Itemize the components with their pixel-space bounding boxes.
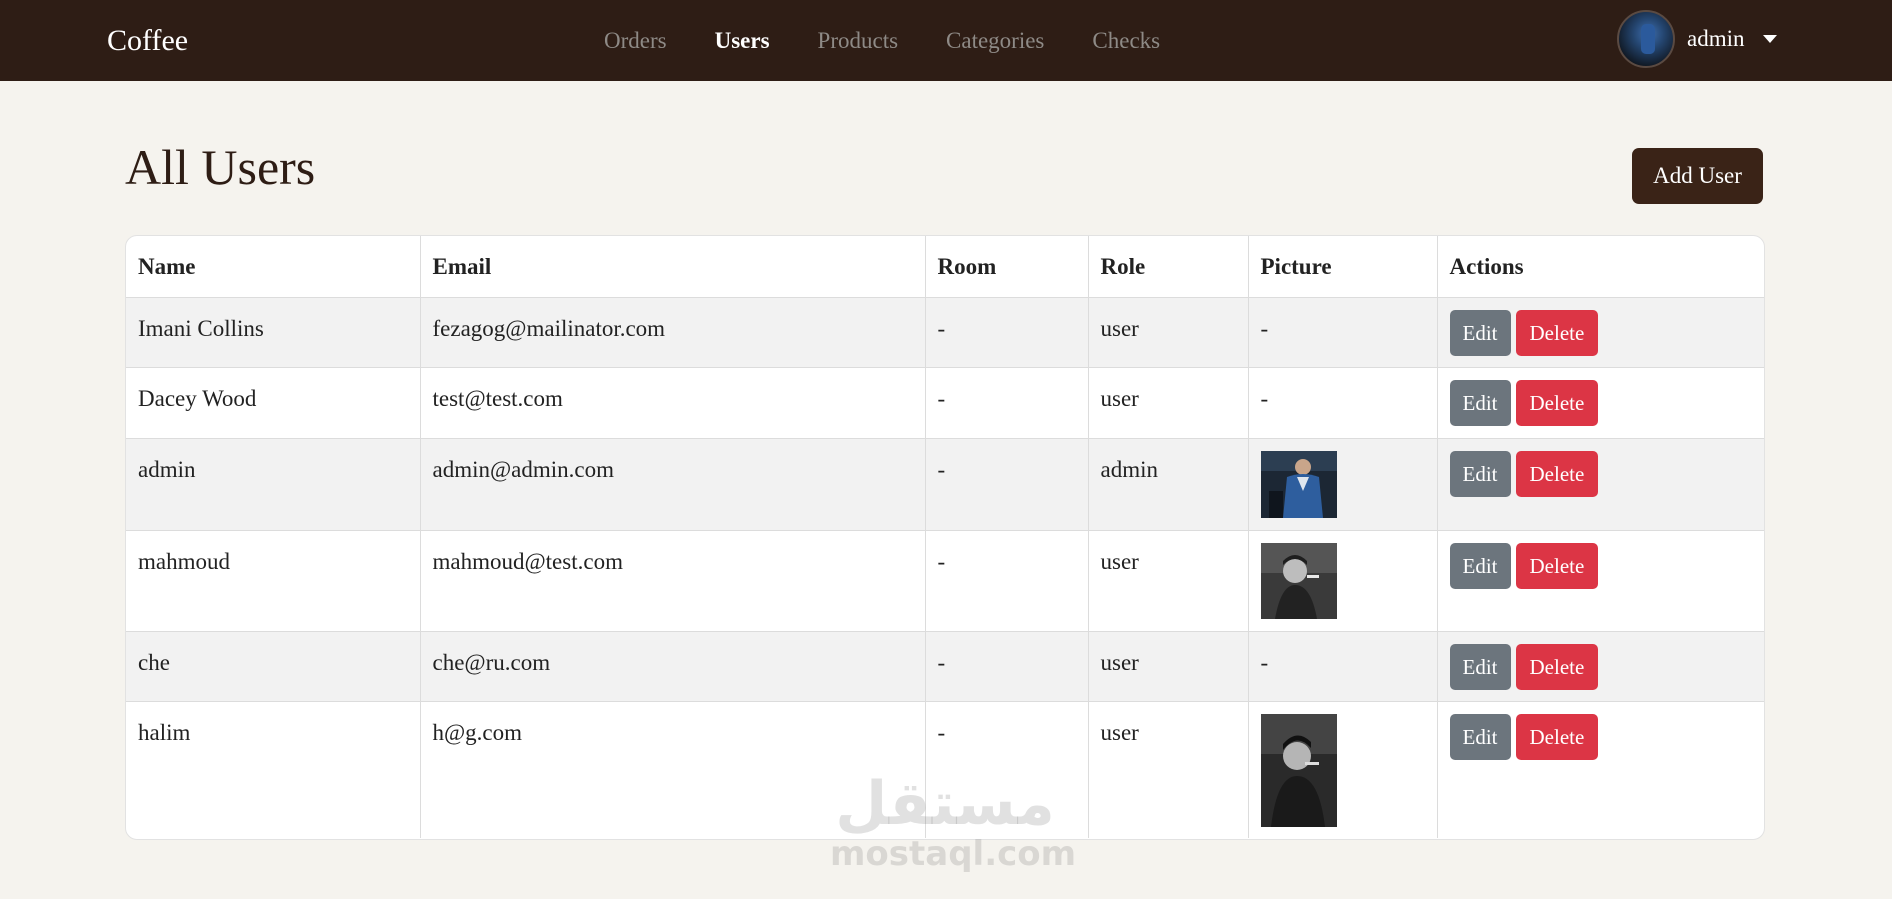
cell-role: user — [1088, 701, 1249, 838]
cell-picture — [1248, 530, 1438, 632]
user-photo-man-blue-suit — [1260, 451, 1337, 518]
cell-role: admin — [1088, 438, 1249, 531]
brand-logo[interactable]: Coffee — [107, 0, 188, 81]
avatar — [1617, 10, 1675, 68]
user-menu-dropdown[interactable]: admin — [1617, 8, 1777, 70]
cell-name: Dacey Wood — [126, 367, 421, 439]
delete-button[interactable]: Delete — [1515, 543, 1599, 589]
cell-email: test@test.com — [420, 367, 926, 439]
cell-picture — [1248, 701, 1438, 838]
nav-checks[interactable]: Checks — [1092, 28, 1160, 54]
cell-room: - — [925, 297, 1089, 368]
top-navbar: Coffee Orders Users Products Categories … — [0, 0, 1892, 81]
delete-button[interactable]: Delete — [1515, 451, 1599, 497]
table-row: mahmoud mahmoud@test.com - user EditDel — [126, 530, 1764, 632]
watermark-latin: mostaql.com — [830, 834, 1077, 874]
cell-actions: Edit Delete — [1437, 530, 1764, 632]
users-table: Name Email Room Role Picture Actions Ima… — [126, 236, 1764, 838]
nav-products[interactable]: Products — [818, 28, 899, 54]
user-photo-man-smoking-bw — [1260, 543, 1337, 619]
delete-button[interactable]: Delete — [1515, 380, 1599, 426]
cell-name: halim — [126, 701, 421, 838]
header-actions: Actions — [1437, 236, 1764, 298]
edit-button[interactable]: Edit — [1449, 310, 1511, 356]
cell-picture — [1248, 438, 1438, 531]
cell-email: admin@admin.com — [420, 438, 926, 531]
edit-button[interactable]: Edit — [1449, 380, 1511, 426]
table-row: Dacey Wood test@test.com - user - Edit De… — [126, 367, 1764, 439]
caret-down-icon — [1762, 35, 1777, 43]
cell-name: mahmoud — [126, 530, 421, 632]
cell-email: fezagog@mailinator.com — [420, 297, 926, 368]
edit-button[interactable]: Edit — [1449, 543, 1511, 589]
table-header-row: Name Email Room Role Picture Actions — [126, 236, 1764, 298]
cell-room: - — [925, 367, 1089, 439]
edit-button[interactable]: Edit — [1449, 644, 1511, 690]
cell-room: - — [925, 631, 1089, 702]
cell-email: che@ru.com — [420, 631, 926, 702]
delete-button[interactable]: Delete — [1515, 714, 1599, 760]
delete-button[interactable]: Delete — [1515, 644, 1599, 690]
header-picture: Picture — [1248, 236, 1438, 298]
nav-categories[interactable]: Categories — [946, 28, 1044, 54]
cell-room: - — [925, 530, 1089, 632]
cell-role: user — [1088, 631, 1249, 702]
add-user-button[interactable]: Add User — [1632, 148, 1763, 204]
table-row: Imani Collins fezagog@mailinator.com - u… — [126, 297, 1764, 368]
edit-button[interactable]: Edit — [1449, 714, 1511, 760]
header-role: Role — [1088, 236, 1249, 298]
cell-name: Imani Collins — [126, 297, 421, 368]
nav-users[interactable]: Users — [715, 28, 770, 54]
cell-name: admin — [126, 438, 421, 531]
cell-actions: Edit Delete — [1437, 631, 1764, 702]
user-photo-man-cigar-bw — [1260, 714, 1337, 827]
header-email: Email — [420, 236, 926, 298]
cell-role: user — [1088, 367, 1249, 439]
page-title: All Users — [125, 139, 316, 195]
cell-actions: Edit Delete — [1437, 438, 1764, 531]
table-row: halim h@g.com - user Edit Delete — [126, 701, 1764, 838]
cell-role: user — [1088, 297, 1249, 368]
table-row: admin admin@admin.com - admin EditDelet — [126, 438, 1764, 531]
table-row: che che@ru.com - user - Edit Delete — [126, 631, 1764, 702]
cell-actions: Edit Delete — [1437, 297, 1764, 368]
cell-picture: - — [1248, 631, 1438, 702]
cell-email: mahmoud@test.com — [420, 530, 926, 632]
delete-button[interactable]: Delete — [1515, 310, 1599, 356]
user-name: admin — [1687, 26, 1745, 51]
cell-email: h@g.com — [420, 701, 926, 838]
nav-orders[interactable]: Orders — [604, 28, 667, 54]
header-name: Name — [126, 236, 421, 298]
cell-actions: Edit Delete — [1437, 367, 1764, 439]
cell-room: - — [925, 701, 1089, 838]
nav-links: Orders Users Products Categories Checks — [604, 0, 1160, 81]
edit-button[interactable]: Edit — [1449, 451, 1511, 497]
cell-actions: Edit Delete — [1437, 702, 1764, 838]
cell-room: - — [925, 438, 1089, 531]
users-table-card: Name Email Room Role Picture Actions Ima… — [125, 235, 1765, 840]
cell-picture: - — [1248, 367, 1438, 439]
header-room: Room — [925, 236, 1089, 298]
cell-role: user — [1088, 530, 1249, 632]
cell-picture: - — [1248, 297, 1438, 368]
cell-name: che — [126, 631, 421, 702]
